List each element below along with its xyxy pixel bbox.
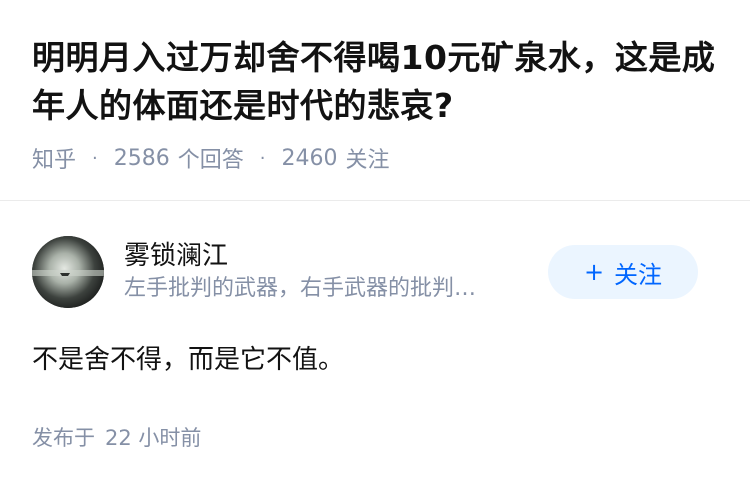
meta-separator-dot: · <box>259 147 266 169</box>
follower-count-label: 关注 <box>345 148 390 173</box>
question-header: 明明月入过万却舍不得喝10元矿泉水，这是成年人的体面还是时代的悲哀? 知乎 · … <box>0 0 750 174</box>
follower-count: 2460 <box>281 145 338 171</box>
published-time: 22 小时前 <box>105 426 202 450</box>
avatar-image-icon <box>32 236 104 308</box>
author-name[interactable]: 雾锁澜江 <box>124 239 534 273</box>
answer-count: 2586 <box>113 145 170 171</box>
question-title[interactable]: 明明月入过万却舍不得喝10元矿泉水，这是成年人的体面还是时代的悲哀? <box>32 34 716 130</box>
follow-button[interactable]: + 关注 <box>548 245 698 299</box>
follow-button-label: 关注 <box>614 260 663 289</box>
answer-content[interactable]: 不是舍不得，而是它不值。 <box>32 340 344 380</box>
answer-page: 明明月入过万却舍不得喝10元矿泉水，这是成年人的体面还是时代的悲哀? 知乎 · … <box>0 0 750 490</box>
answer-meta: 发布于 22 小时前 <box>32 422 201 454</box>
avatar[interactable] <box>32 236 104 308</box>
author-row: 雾锁澜江 左手批判的武器，右手武器的批判… + 关注 <box>32 236 698 308</box>
section-divider <box>0 200 750 201</box>
meta-separator-dot: · <box>92 147 98 169</box>
author-info: 雾锁澜江 左手批判的武器，右手武器的批判… <box>124 239 534 305</box>
author-bio: 左手批判的武器，右手武器的批判… <box>124 276 477 301</box>
source-label[interactable]: 知乎 <box>32 142 76 174</box>
answer-count-label: 个回答 <box>177 148 244 173</box>
plus-icon: + <box>583 258 605 286</box>
published-label: 发布于 <box>32 426 95 450</box>
question-meta: 知乎 · 2586 个回答 · 2460 关注 <box>32 142 716 174</box>
